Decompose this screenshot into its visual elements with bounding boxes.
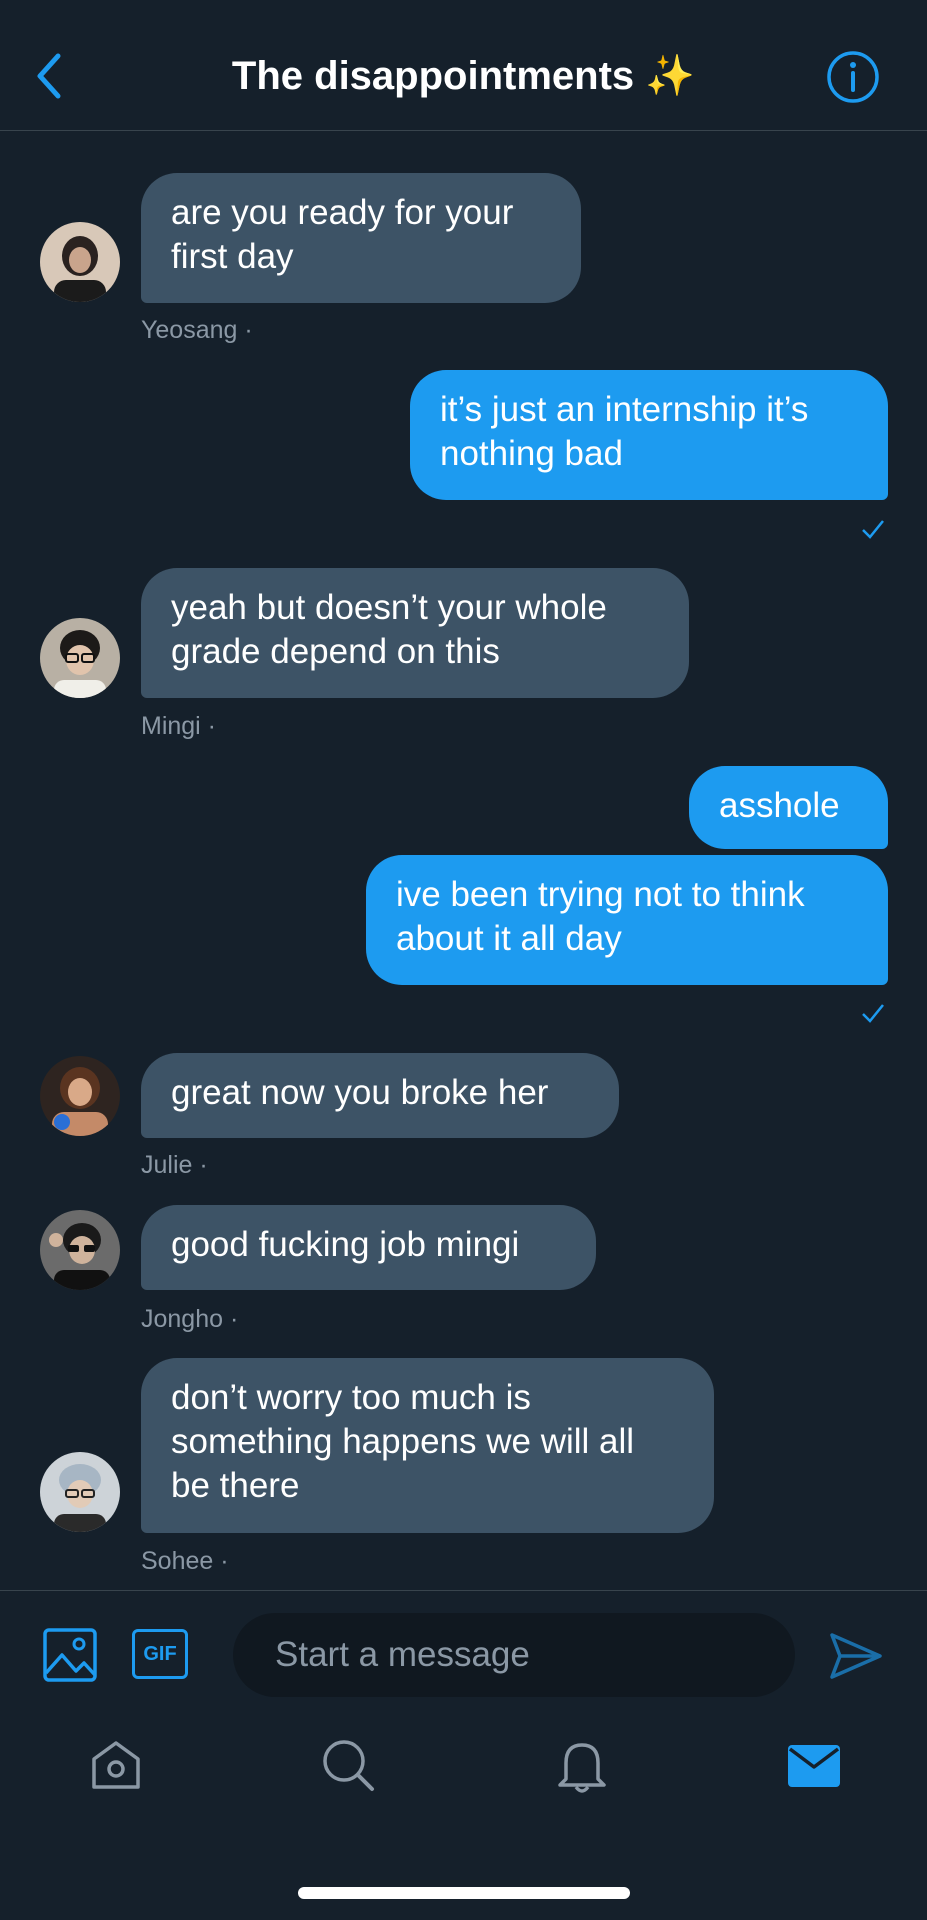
avatar-yeosang[interactable] (40, 222, 120, 302)
message-bubble[interactable]: yeah but doesn’t your whole grade depend… (141, 568, 689, 698)
message-line: it’s just an internship it’s (440, 390, 809, 429)
avatar-julie[interactable] (40, 1056, 120, 1136)
sender-label: Julie · (141, 1151, 208, 1179)
message-line: ive been trying not to think (396, 875, 805, 914)
message-input[interactable]: Start a message (233, 1613, 795, 1697)
message-bubble[interactable]: it’s just an internship it’s nothing bad (410, 370, 888, 500)
message-bubble[interactable]: ive been trying not to think about it al… (366, 855, 888, 985)
home-icon[interactable] (86, 1735, 146, 1795)
message-composer: GIF Start a message (0, 1590, 927, 1701)
image-icon[interactable] (42, 1627, 98, 1683)
message-line: don’t worry too much is (171, 1378, 531, 1417)
message-line: good fucking job mingi (171, 1225, 520, 1264)
avatar-mingi[interactable] (40, 618, 120, 698)
message-bubble[interactable]: are you ready for your first day (141, 173, 581, 303)
message-line: be there (171, 1466, 300, 1505)
bell-icon[interactable] (552, 1735, 612, 1795)
message-line: great now you broke her (171, 1073, 549, 1112)
message-line: yeah but doesn’t your whole (171, 588, 607, 627)
sent-check-icon (862, 1004, 884, 1023)
message-bubble[interactable]: good fucking job mingi (141, 1205, 596, 1290)
message-line: grade depend on this (171, 632, 500, 671)
message-line: about it all day (396, 919, 622, 958)
sent-check-icon (862, 520, 884, 539)
sender-label: Jongho · (141, 1305, 239, 1333)
sender-label: Sohee · (141, 1547, 229, 1575)
info-icon[interactable] (826, 50, 880, 104)
message-line: something happens we will all (171, 1422, 635, 1461)
sender-label: Mingi · (141, 712, 217, 740)
conversation-title[interactable]: The disappointments ✨ (0, 52, 927, 99)
send-icon[interactable] (828, 1631, 884, 1681)
message-line: nothing bad (440, 434, 623, 473)
bottom-tab-bar (0, 1735, 927, 1815)
avatar-sohee[interactable] (40, 1452, 120, 1532)
message-bubble[interactable]: asshole (689, 766, 888, 849)
search-icon[interactable] (318, 1735, 378, 1795)
message-line: first day (171, 237, 294, 276)
conversation-header: The disappointments ✨ (0, 0, 927, 131)
message-bubble[interactable]: great now you broke her (141, 1053, 619, 1138)
home-indicator[interactable] (298, 1887, 630, 1899)
gif-icon[interactable]: GIF (132, 1629, 188, 1679)
message-line: asshole (719, 786, 840, 825)
mail-icon[interactable] (784, 1735, 844, 1795)
avatar-jongho[interactable] (40, 1210, 120, 1290)
sender-label: Yeosang · (141, 316, 253, 344)
message-bubble[interactable]: don’t worry too much is something happen… (141, 1358, 714, 1533)
message-line: are you ready for your (171, 193, 514, 232)
